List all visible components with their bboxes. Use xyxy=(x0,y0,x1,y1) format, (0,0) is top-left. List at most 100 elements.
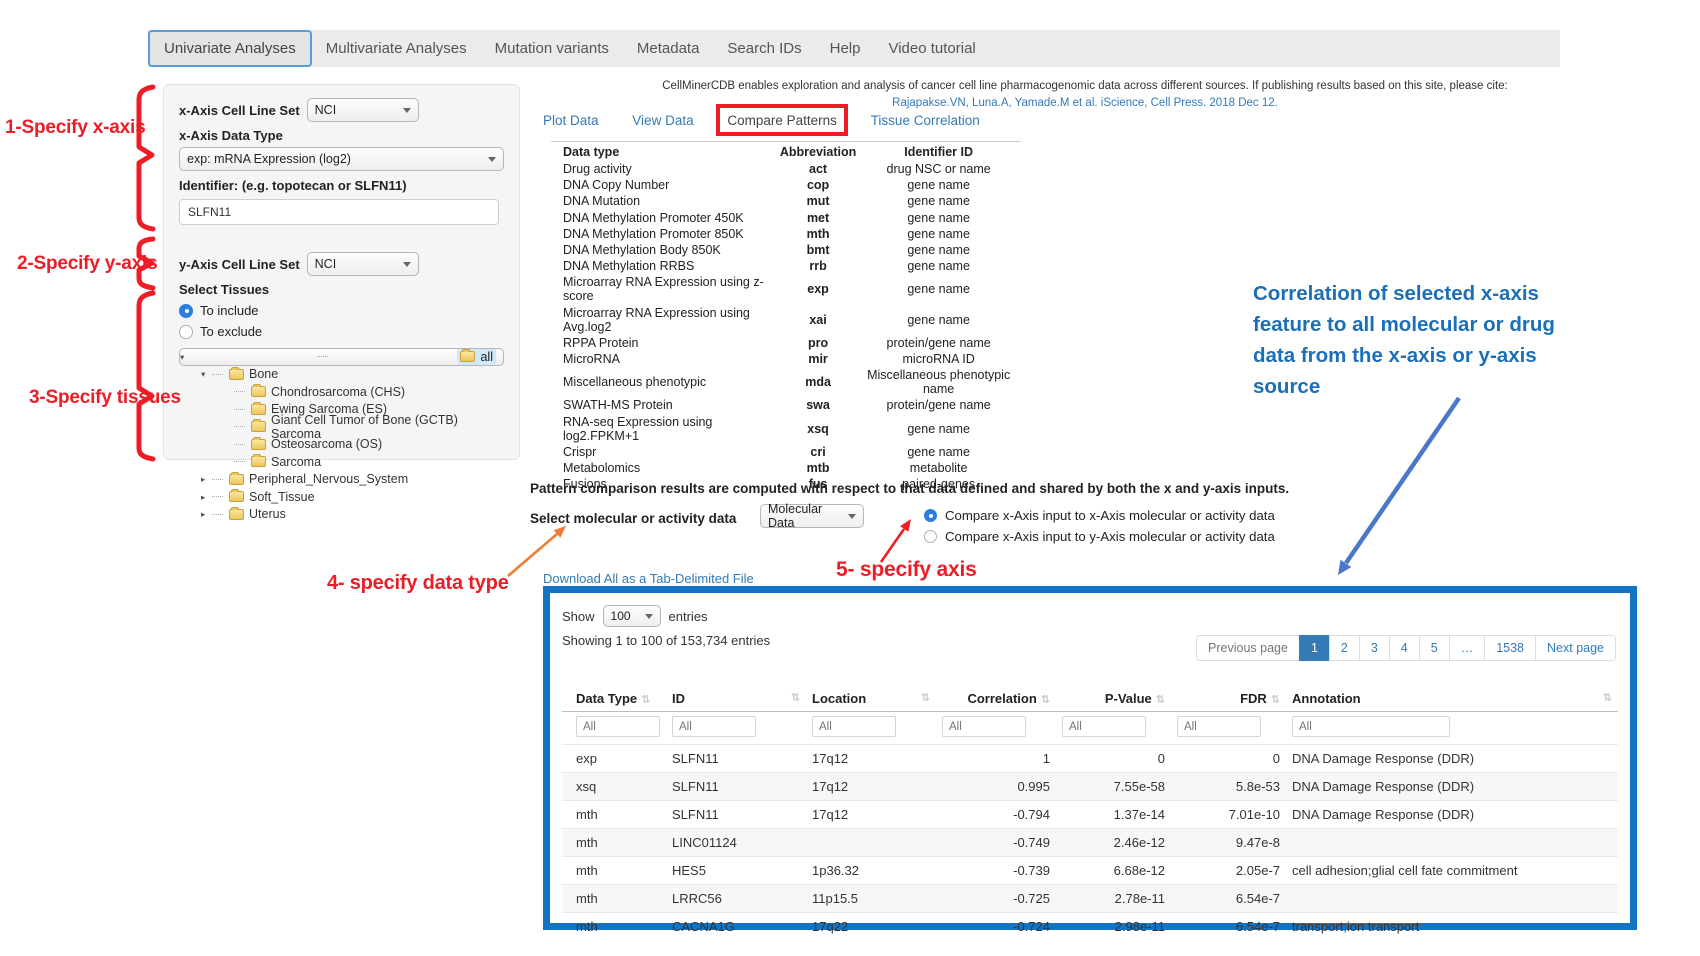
legend-row: DNA Copy Number cop gene name xyxy=(551,177,1021,193)
citation-text: CellMinerCDB enables exploration and ana… xyxy=(540,78,1630,95)
nav-tab[interactable]: Metadata xyxy=(623,30,714,67)
col-p-value[interactable]: P-Value⇅ xyxy=(1056,688,1171,712)
tree-toggle-icon[interactable]: ▸ xyxy=(201,510,212,519)
y-cell-line-set-select[interactable]: NCI xyxy=(307,252,419,276)
compare-y-axis-radio[interactable] xyxy=(924,530,937,543)
filter-data-type[interactable] xyxy=(576,716,660,737)
folder-icon xyxy=(251,439,266,450)
sort-icon[interactable]: ⇅ xyxy=(1603,691,1612,704)
tissue-tree: ▾ all ▾ Bone xyxy=(179,348,504,523)
nav-tab[interactable]: Multivariate Analyses xyxy=(312,30,481,67)
compare-patterns-annotation-box xyxy=(716,104,848,136)
chevron-down-icon xyxy=(488,157,496,162)
brace-step3 xyxy=(139,293,153,459)
include-radio[interactable] xyxy=(179,304,193,318)
sort-icon[interactable]: ⇅ xyxy=(1271,694,1280,706)
tab-plot-data[interactable]: Plot Data xyxy=(543,113,599,128)
tree-connector xyxy=(212,514,223,515)
page-button[interactable]: 4 xyxy=(1389,635,1420,661)
col-location[interactable]: Location⇅ xyxy=(806,688,936,712)
annotation-step1: 1-Specify x-axis xyxy=(5,117,145,139)
sort-icon[interactable]: ⇅ xyxy=(641,694,650,706)
tab-view-data[interactable]: View Data xyxy=(632,113,693,128)
filter-correlation[interactable] xyxy=(942,716,1026,737)
tab-tissue-correlation[interactable]: Tissue Correlation xyxy=(871,113,980,128)
brace-step1 xyxy=(139,87,153,229)
identifier-input[interactable] xyxy=(179,199,499,225)
page-button[interactable]: 1 xyxy=(1299,635,1330,661)
x-cell-line-set-select[interactable]: NCI xyxy=(307,98,419,122)
page-button[interactable]: Previous page xyxy=(1196,635,1300,661)
sort-icon[interactable]: ⇅ xyxy=(1041,694,1050,706)
cellminercdb-page: Univariate AnalysesMultivariate Analyses… xyxy=(0,0,1700,956)
tissue-tree-node[interactable]: Chondrosarcoma (CHS) xyxy=(179,383,504,401)
download-all-link[interactable]: Download All as a Tab-Delimited File xyxy=(543,571,754,586)
page-button[interactable]: 3 xyxy=(1359,635,1390,661)
filter-annotation[interactable] xyxy=(1292,716,1450,737)
filter-location[interactable] xyxy=(812,716,896,737)
nav-tab[interactable]: Search IDs xyxy=(713,30,815,67)
tissue-tree-node[interactable]: Sarcoma xyxy=(179,453,504,471)
filter-p-value[interactable] xyxy=(1062,716,1146,737)
tab-compare-patterns[interactable]: Compare Patterns xyxy=(727,113,837,128)
annotation-step4: 4- specify data type xyxy=(327,572,509,595)
tree-node-label: all xyxy=(480,350,493,364)
legend-row: Microarray RNA Expression using z-score … xyxy=(551,274,1021,304)
page-button[interactable]: 2 xyxy=(1329,635,1360,661)
legend-row: Crispr cri gene name xyxy=(551,444,1021,460)
legend-row: DNA Methylation Body 850K bmt gene name xyxy=(551,242,1021,258)
filter-fdr[interactable] xyxy=(1177,716,1261,737)
col-correlation[interactable]: Correlation⇅ xyxy=(936,688,1056,712)
data-type-legend-table: Data type Abbreviation Identifier ID Dru… xyxy=(551,141,1021,492)
annotation-step3: 3-Specify tissues xyxy=(29,387,181,409)
tree-toggle-icon[interactable]: ▸ xyxy=(201,475,212,484)
nav-tab[interactable]: Univariate Analyses xyxy=(148,30,312,67)
nav-tab[interactable]: Video tutorial xyxy=(874,30,989,67)
exclude-radio[interactable] xyxy=(179,325,193,339)
results-header-row: Data Type⇅ ID⇅ Location⇅ Correlation⇅ P-… xyxy=(562,688,1618,712)
correlation-note-arrowhead xyxy=(1338,560,1351,575)
tree-toggle-icon[interactable]: ▸ xyxy=(201,493,212,502)
column-filter-row xyxy=(562,712,1618,745)
sort-icon[interactable]: ⇅ xyxy=(921,691,930,704)
col-fdr[interactable]: FDR⇅ xyxy=(1171,688,1286,712)
nav-tab[interactable]: Mutation variants xyxy=(481,30,623,67)
chevron-down-icon xyxy=(645,614,653,619)
folder-icon xyxy=(460,351,475,362)
tree-toggle-icon[interactable]: ▾ xyxy=(201,370,212,379)
tree-toggle-icon[interactable]: ▾ xyxy=(180,353,191,362)
nav-tab[interactable]: Help xyxy=(816,30,875,67)
tissue-tree-node[interactable]: ▾ Bone xyxy=(179,366,504,384)
citation-block: CellMinerCDB enables exploration and ana… xyxy=(540,78,1630,112)
show-entries-select[interactable]: 100 xyxy=(603,605,661,627)
page-button[interactable]: 5 xyxy=(1419,635,1450,661)
legend-row: Microarray RNA Expression using Avg.log2… xyxy=(551,305,1021,335)
legend-header-row: Data type Abbreviation Identifier ID xyxy=(551,142,1021,162)
result-row: mth HES5 1p36.32 -0.739 6.68e-12 2.05e-7… xyxy=(562,857,1618,885)
select-tissues-label: Select Tissues xyxy=(179,282,504,297)
pagination: Previous page12345…1538Next page xyxy=(1197,635,1616,661)
compare-x-axis-radio[interactable] xyxy=(924,509,937,522)
annotation-step2: 2-Specify y-axis xyxy=(17,253,157,275)
compare-y-axis-label: Compare x-Axis input to y-Axis molecular… xyxy=(945,529,1275,544)
molecular-data-select[interactable]: Molecular Data xyxy=(760,504,864,528)
col-data-type[interactable]: Data Type⇅ xyxy=(562,688,666,712)
citation-link[interactable]: Rajapakse.VN, Luna.A, Yamade.M et al. iS… xyxy=(540,95,1630,112)
correlation-note-arrow xyxy=(1346,398,1459,563)
sort-icon[interactable]: ⇅ xyxy=(791,691,800,704)
result-row: exp SLFN11 17q12 1 0 0 DNA Damage Respon… xyxy=(562,745,1618,773)
tissue-tree-node[interactable]: ▸ Uterus xyxy=(179,506,504,524)
page-button[interactable]: Next page xyxy=(1535,635,1616,661)
compare-axis-options: Compare x-Axis input to x-Axis molecular… xyxy=(924,508,1275,550)
col-annotation[interactable]: Annotation⇅ xyxy=(1286,688,1618,712)
page-button[interactable]: … xyxy=(1449,635,1486,661)
x-data-type-select[interactable]: exp: mRNA Expression (log2) xyxy=(179,147,504,171)
tissue-tree-node[interactable]: ▸ Soft_Tissue xyxy=(179,488,504,506)
col-id[interactable]: ID⇅ xyxy=(666,688,806,712)
sort-icon[interactable]: ⇅ xyxy=(1156,694,1165,706)
filter-id[interactable] xyxy=(672,716,756,737)
tissue-tree-node[interactable]: ▾ all xyxy=(179,348,504,366)
page-button[interactable]: 1538 xyxy=(1484,635,1536,661)
tissue-tree-node[interactable]: Giant Cell Tumor of Bone (GCTB) Sarcoma xyxy=(179,418,504,436)
tissue-tree-node[interactable]: ▸ Peripheral_Nervous_System xyxy=(179,471,504,489)
